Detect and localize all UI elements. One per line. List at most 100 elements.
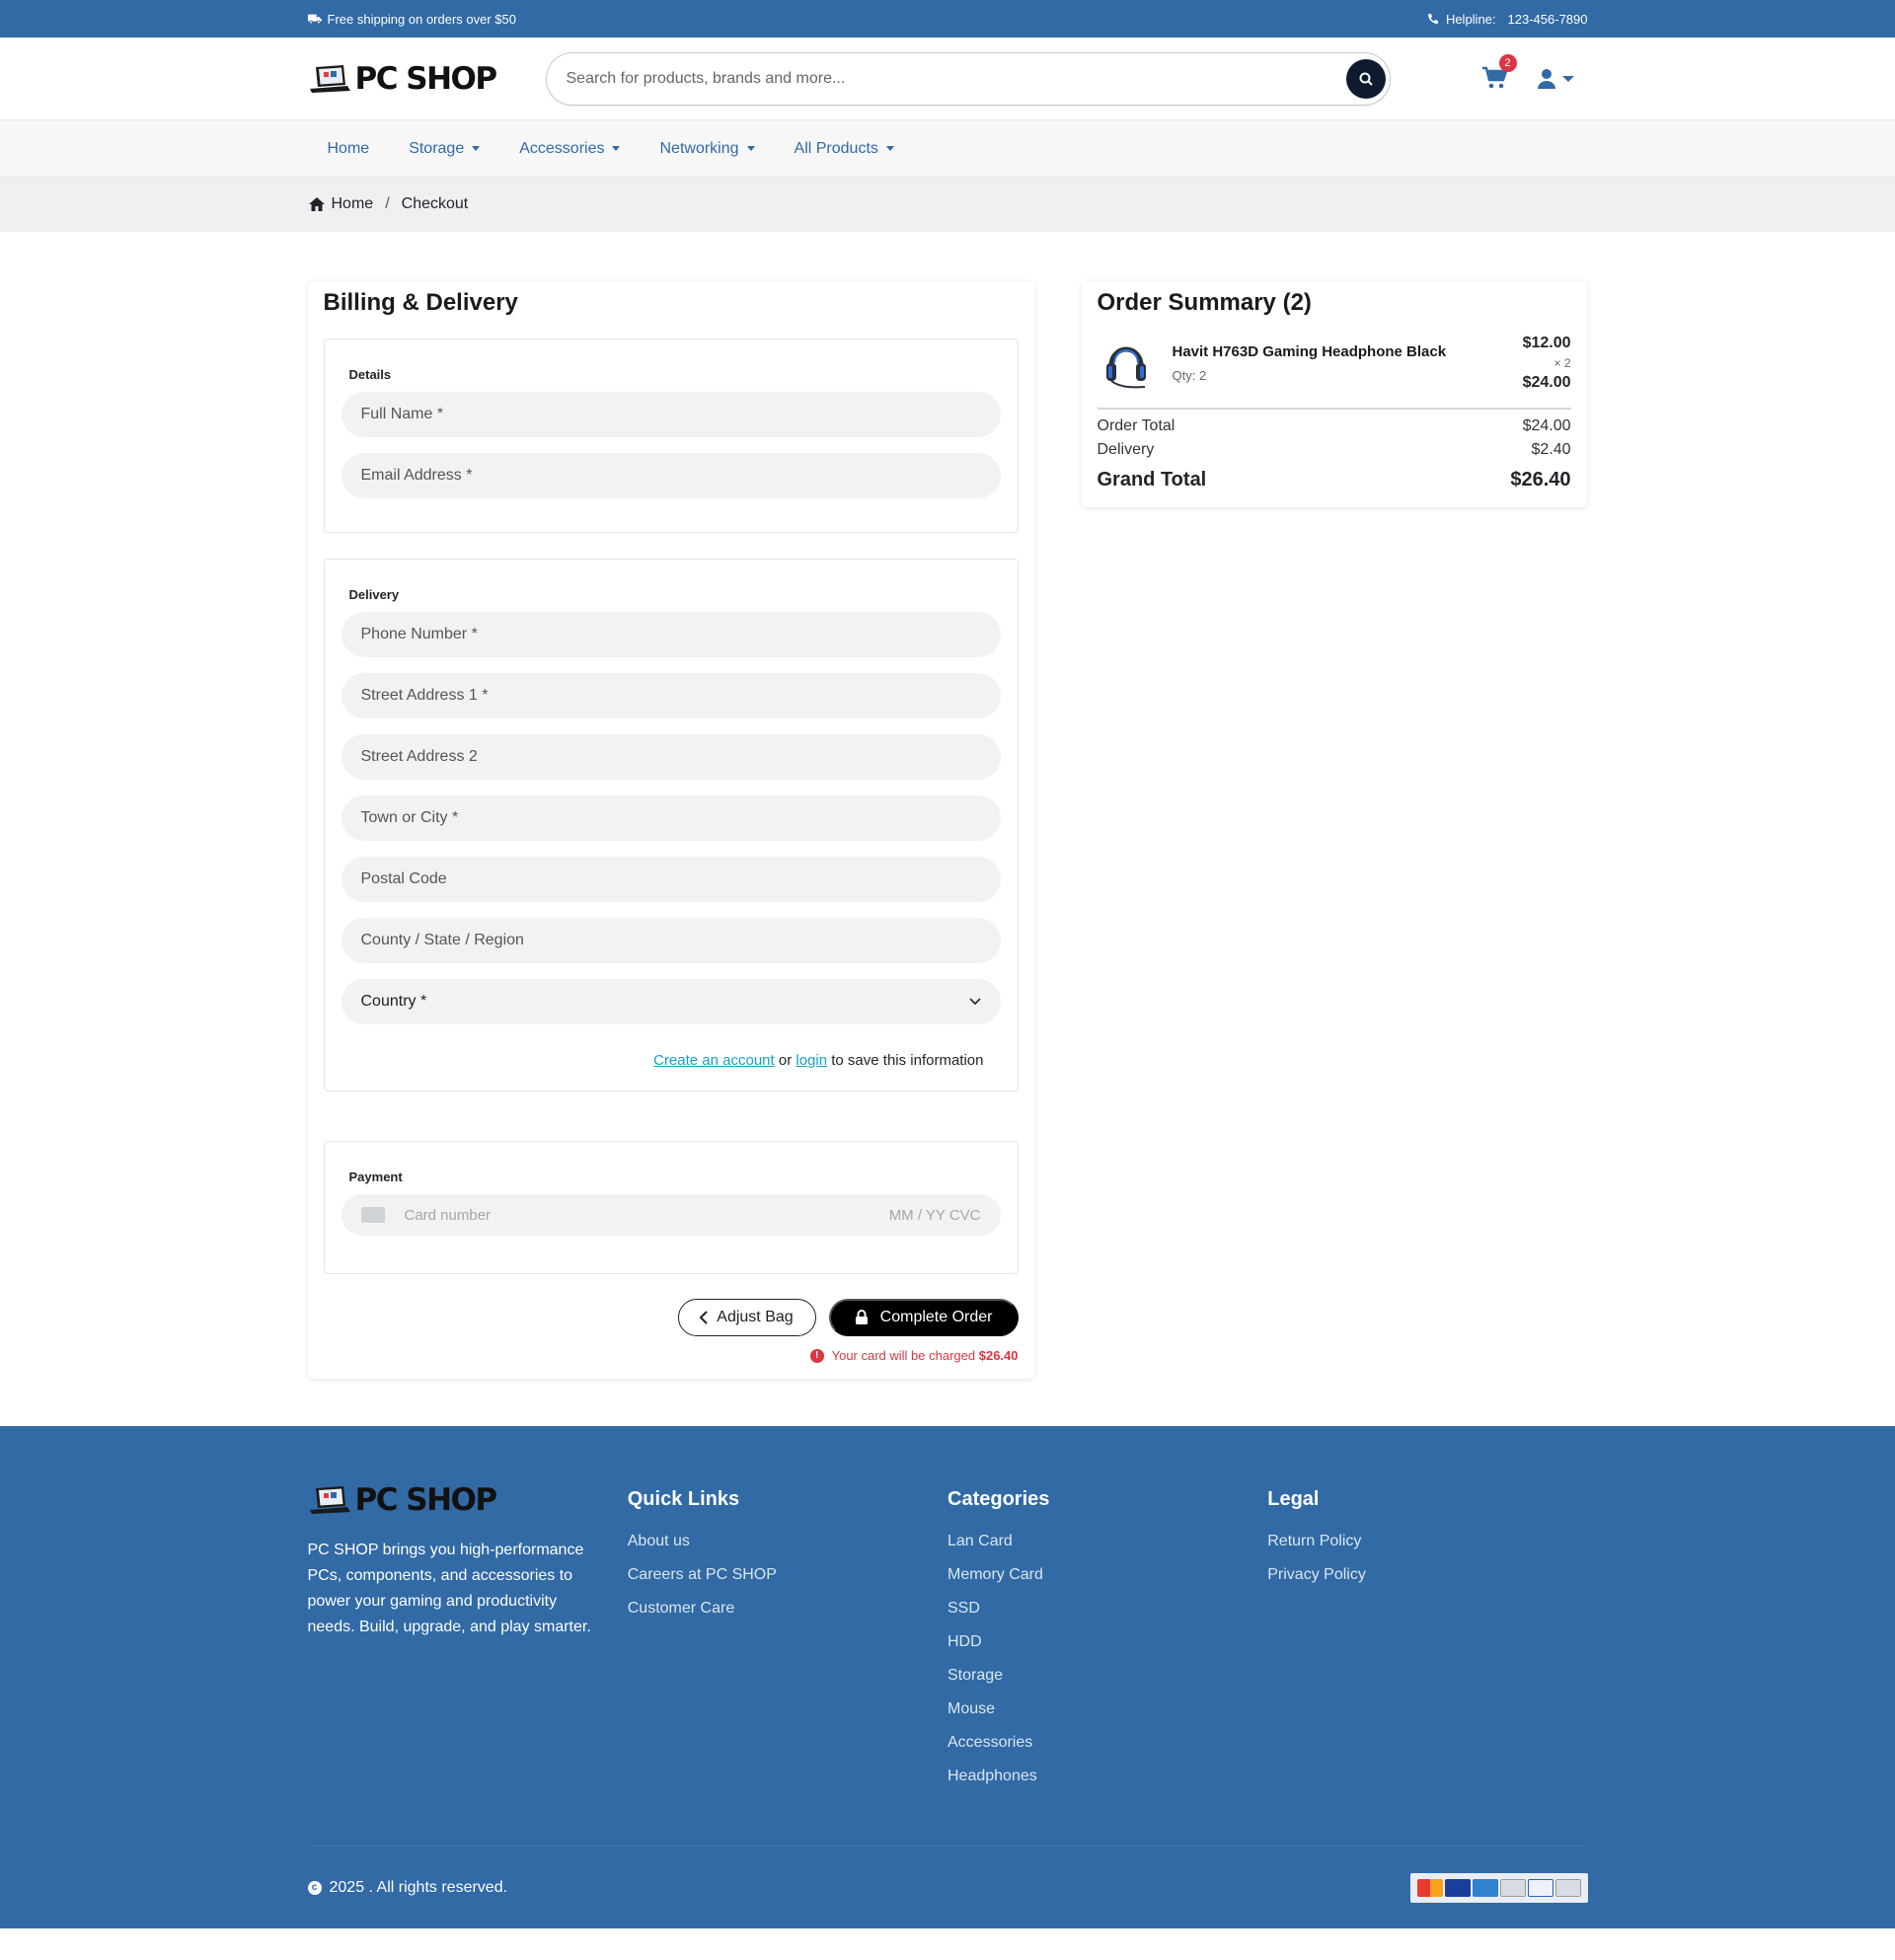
- breadcrumb: Home / Checkout: [0, 177, 1895, 232]
- lock-icon: [855, 1310, 868, 1324]
- footer: PC SHOP PC SHOP brings you high-performa…: [0, 1426, 1895, 1928]
- street2-field[interactable]: Street Address 2: [341, 734, 1001, 780]
- helpline-label: Helpline:: [1445, 11, 1496, 27]
- grand-total-row: Grand Total $26.40: [1098, 469, 1571, 491]
- footer-link-customer-care[interactable]: Customer Care: [628, 1600, 948, 1618]
- cart-button[interactable]: 2: [1481, 54, 1517, 93]
- complete-order-label: Complete Order: [879, 1309, 993, 1325]
- footer-cat-mouse[interactable]: Mouse: [948, 1700, 1267, 1718]
- summary-item-name[interactable]: Havit H763D Gaming Headphone Black: [1173, 343, 1523, 360]
- copyright-icon: c: [307, 1880, 322, 1895]
- top-bar: Free shipping on orders over $50 Helplin…: [0, 0, 1895, 38]
- phone-field[interactable]: Phone Number *: [341, 612, 1001, 657]
- chevron-down-icon: [472, 146, 481, 151]
- footer-link-return-policy[interactable]: Return Policy: [1267, 1533, 1587, 1550]
- billing-card: Billing & Delivery Details Full Name * E…: [307, 281, 1034, 1379]
- footer-cat-lan-card[interactable]: Lan Card: [948, 1533, 1267, 1550]
- summary-item-unit-price: $12.00: [1522, 335, 1571, 351]
- footer-link-about[interactable]: About us: [628, 1533, 948, 1550]
- postal-code-field[interactable]: Postal Code: [341, 857, 1001, 902]
- adjust-bag-label: Adjust Bag: [717, 1309, 794, 1325]
- footer-about: PC SHOP brings you high-performance PCs,…: [307, 1542, 591, 1635]
- header: PC SHOP 2: [0, 38, 1895, 120]
- city-field[interactable]: Town or City *: [341, 795, 1001, 841]
- chevron-down-icon: [1561, 76, 1574, 82]
- mastercard-icon: [1416, 1878, 1443, 1897]
- nav-storage-label: Storage: [409, 139, 465, 157]
- logo-text: PC SHOP: [354, 61, 498, 97]
- charge-note: ! Your card will be charged $26.40: [324, 1348, 1019, 1363]
- helpline-number[interactable]: 123-456-7890: [1508, 12, 1588, 27]
- nav-accessories[interactable]: Accessories: [519, 140, 621, 158]
- nav-home[interactable]: Home: [328, 140, 370, 158]
- delivery-cost-value: $2.40: [1531, 441, 1571, 458]
- chevron-down-icon: [885, 146, 894, 151]
- account-menu[interactable]: [1537, 68, 1574, 90]
- details-section: Details Full Name * Email Address *: [323, 339, 1019, 533]
- footer-brand: PC SHOP PC SHOP brings you high-performa…: [308, 1480, 628, 1801]
- paypal-icon: [1527, 1878, 1554, 1897]
- country-select-label: Country *: [360, 993, 427, 1010]
- footer-cat-memory-card[interactable]: Memory Card: [948, 1566, 1267, 1584]
- footer-quick-links: Quick Links About us Careers at PC SHOP …: [628, 1480, 948, 1801]
- order-total-row: Order Total $24.00: [1098, 417, 1571, 435]
- payment-methods: [1409, 1872, 1588, 1903]
- order-summary-card: Order Summary (2) Havit H763D Gaming Hea…: [1081, 281, 1587, 507]
- billing-title: Billing & Delivery: [323, 289, 518, 316]
- nav-networking-label: Networking: [659, 139, 739, 157]
- copyright-text: 2025 . All rights reserved.: [329, 1878, 508, 1896]
- order-total-label: Order Total: [1097, 417, 1175, 434]
- home-icon: [308, 197, 325, 211]
- user-icon: [1537, 69, 1555, 89]
- charge-amount: $26.40: [978, 1348, 1019, 1363]
- summary-item-qty: Qty: 2: [1172, 368, 1207, 383]
- adjust-bag-button[interactable]: Adjust Bag: [678, 1299, 816, 1336]
- email-field[interactable]: Email Address *: [341, 453, 1001, 498]
- footer-cat-ssd[interactable]: SSD: [948, 1600, 1267, 1618]
- laptop-logo-icon: [309, 1486, 350, 1514]
- login-link[interactable]: login: [796, 1052, 827, 1069]
- categories-title: Categories: [948, 1488, 1050, 1510]
- nav-networking[interactable]: Networking: [659, 139, 755, 158]
- footer-logo[interactable]: PC SHOP: [308, 1482, 525, 1518]
- legal-title: Legal: [1267, 1488, 1320, 1510]
- search-input[interactable]: [566, 70, 1346, 88]
- credit-card-icon: [360, 1207, 385, 1223]
- footer-categories: Categories Lan Card Memory Card SSD HDD …: [948, 1480, 1267, 1801]
- complete-order-button[interactable]: Complete Order: [828, 1299, 1019, 1336]
- card-number-input[interactable]: Card number MM / YY CVC: [341, 1194, 1001, 1236]
- headphone-icon: [1105, 346, 1146, 389]
- footer-link-privacy-policy[interactable]: Privacy Policy: [1267, 1566, 1587, 1584]
- footer-cat-accessories[interactable]: Accessories: [948, 1734, 1267, 1752]
- county-field[interactable]: County / State / Region: [341, 918, 1001, 963]
- full-name-field[interactable]: Full Name *: [341, 392, 1001, 437]
- footer-cat-headphones[interactable]: Headphones: [948, 1768, 1267, 1785]
- details-label: Details: [348, 367, 392, 382]
- summary-item-total: $24.00: [1522, 374, 1571, 391]
- delivery-label: Delivery: [348, 587, 400, 602]
- breadcrumb-home[interactable]: Home: [332, 195, 374, 213]
- footer-link-careers[interactable]: Careers at PC SHOP: [628, 1566, 948, 1584]
- footer-logo-text: PC SHOP: [354, 1482, 498, 1518]
- laptop-logo-icon: [309, 65, 350, 93]
- save-or: or: [778, 1052, 793, 1069]
- breadcrumb-separator: /: [385, 195, 390, 212]
- footer-cat-hdd[interactable]: HDD: [948, 1633, 1267, 1651]
- street1-field[interactable]: Street Address 1 *: [341, 673, 1001, 718]
- create-account-link[interactable]: Create an account: [653, 1052, 775, 1069]
- nav-all-products[interactable]: All Products: [795, 140, 894, 158]
- checkout-main: Billing & Delivery Details Full Name * E…: [0, 232, 1895, 1426]
- phone-icon: [1427, 14, 1438, 24]
- chevron-down-icon: [746, 146, 755, 151]
- headphone-thumbnail[interactable]: [1098, 335, 1155, 392]
- chevron-down-icon: [968, 998, 981, 1006]
- nav-storage[interactable]: Storage: [409, 139, 481, 158]
- country-select[interactable]: Country *: [341, 979, 1001, 1024]
- shipping-notice: Free shipping on orders over $50: [327, 11, 517, 27]
- delivery-row: Delivery $2.40: [1098, 441, 1571, 459]
- footer-cat-storage[interactable]: Storage: [948, 1667, 1267, 1685]
- search-button[interactable]: [1345, 59, 1386, 99]
- amex-icon: [1472, 1878, 1498, 1897]
- logo[interactable]: PC SHOP: [308, 61, 525, 97]
- nav-all-products-label: All Products: [794, 139, 878, 157]
